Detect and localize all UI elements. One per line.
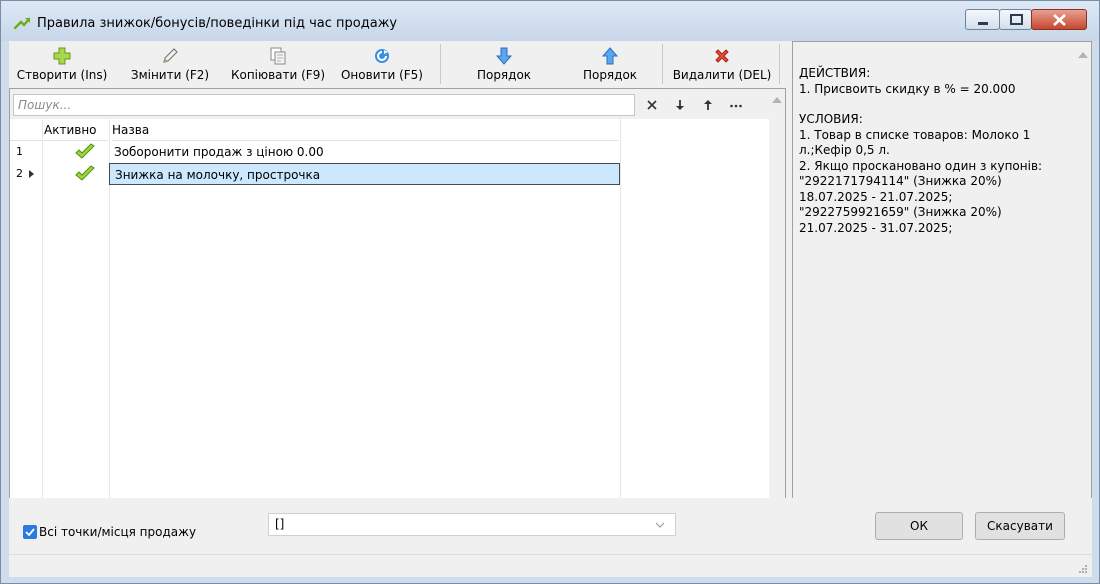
refresh-button[interactable]: Оновити (F5) <box>337 41 427 88</box>
actions-title: ДЕЙСТВИЯ: <box>799 66 871 80</box>
rules-icon <box>13 17 31 30</box>
ok-button[interactable]: ОК <box>875 512 963 540</box>
grid-scrollbar[interactable] <box>769 89 785 535</box>
arrow-up-icon <box>601 47 619 65</box>
chevron-down-icon[interactable] <box>653 518 667 532</box>
scroll-up-icon[interactable] <box>1078 52 1088 58</box>
copy-button[interactable]: Копіювати (F9) <box>224 41 332 88</box>
close-button[interactable] <box>1031 9 1087 30</box>
pencil-icon <box>163 48 178 63</box>
arrow-down-icon <box>495 47 513 65</box>
rule-details-panel: ДЕЙСТВИЯ: 1. Присвоить скидку в % = 20.0… <box>792 41 1092 537</box>
search-input[interactable] <box>13 94 635 116</box>
dialog-window: Правила знижок/бонусів/поведінки під час… <box>0 0 1100 584</box>
bottom-bar: Всі точки/місця продажу [] ОК Скасувати <box>9 498 1092 548</box>
search-next-icon[interactable] <box>672 97 688 113</box>
all-points-label[interactable]: Всі точки/місця продажу <box>39 525 196 539</box>
maximize-button[interactable] <box>999 9 1032 30</box>
scroll-up-icon[interactable] <box>772 97 782 103</box>
minimize-button[interactable] <box>965 9 1000 30</box>
edit-button[interactable]: Змінити (F2) <box>125 41 215 88</box>
cancel-button[interactable]: Скасувати <box>975 512 1065 540</box>
rules-grid: Активно Назва 1 Зоборонити продаж з ціно… <box>9 88 786 536</box>
column-header-name[interactable]: Назва <box>112 119 618 141</box>
toolbar-separator <box>779 44 780 84</box>
row-number: 2 <box>16 167 23 180</box>
table-row[interactable]: 1 Зоборонити продаж з ціною 0.00 <box>10 141 620 163</box>
rule-details-text: ДЕЙСТВИЯ: 1. Присвоить скидку в % = 20.0… <box>793 42 1064 536</box>
toolbar: Створити (Ins) Змінити (F2) Копіювати (F… <box>9 41 786 88</box>
table-row[interactable]: 2 Знижка на молочку, прострочка <box>10 163 620 185</box>
order-up-button[interactable]: Порядок <box>560 41 660 88</box>
conditions-title: УСЛОВИЯ: <box>799 112 863 126</box>
combo-value: [] <box>275 517 285 531</box>
order-down-button[interactable]: Порядок <box>454 41 554 88</box>
details-scrollbar[interactable] <box>1075 42 1091 536</box>
plus-icon <box>53 47 71 65</box>
rules-table: Активно Назва 1 Зоборонити продаж з ціно… <box>10 119 769 535</box>
close-icon <box>1053 14 1066 26</box>
delete-icon <box>715 49 729 63</box>
check-icon[interactable] <box>74 165 96 183</box>
row-number: 1 <box>16 145 23 158</box>
checkmark-icon <box>25 528 35 537</box>
resize-grip-icon[interactable] <box>1078 564 1088 574</box>
rule-name: Зоборонити продаж з ціною 0.00 <box>114 145 324 159</box>
refresh-icon <box>375 49 389 63</box>
status-bar <box>9 554 1092 577</box>
toolbar-separator <box>662 44 663 84</box>
dialog-client: Створити (Ins) Змінити (F2) Копіювати (F… <box>9 41 1092 577</box>
search-bar <box>10 89 769 119</box>
sale-points-combo[interactable]: [] <box>268 513 676 536</box>
current-row-indicator-icon <box>29 170 34 178</box>
rule-name: Знижка на молочку, прострочка <box>109 163 620 185</box>
more-options-icon[interactable] <box>728 97 744 113</box>
create-button[interactable]: Створити (Ins) <box>9 41 115 88</box>
copy-icon <box>270 47 286 65</box>
header-row-indicator <box>10 119 42 141</box>
condition-line: 1. Товар в списке товаров: Молоко 1 л.;К… <box>799 127 1031 158</box>
search-prev-icon[interactable] <box>700 97 716 113</box>
minimize-icon <box>978 22 988 25</box>
condition-line: 2. Якщо проскановано один з купонів: "29… <box>799 158 1043 235</box>
action-line: 1. Присвоить скидку в % = 20.000 <box>799 81 1016 96</box>
column-divider <box>620 119 621 535</box>
title-bar[interactable]: Правила знижок/бонусів/поведінки під час… <box>1 1 1099 41</box>
delete-button[interactable]: Видалити (DEL) <box>667 41 777 88</box>
check-icon[interactable] <box>74 143 96 161</box>
all-points-checkbox[interactable] <box>23 525 37 539</box>
column-header-active[interactable]: Активно <box>44 119 108 141</box>
window-title: Правила знижок/бонусів/поведінки під час… <box>37 16 398 31</box>
clear-icon[interactable] <box>644 97 660 113</box>
maximize-icon <box>1010 14 1023 25</box>
toolbar-separator <box>440 44 441 84</box>
